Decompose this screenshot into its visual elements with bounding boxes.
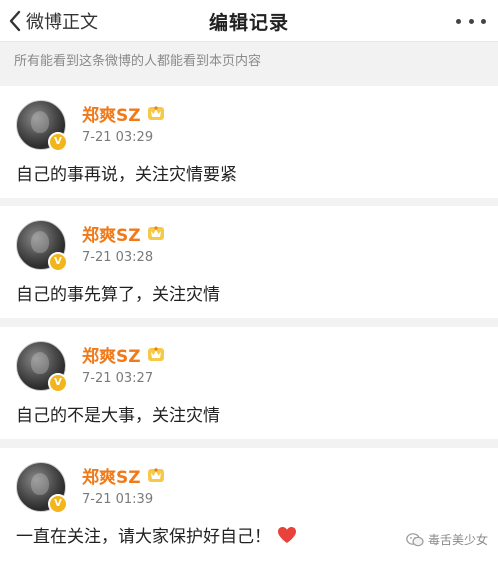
edit-record: V 郑爽SZ 7-21 03:28 自己的事先算了，关注灾情 bbox=[0, 206, 498, 318]
record-text: 自己的事先算了，关注灾情 bbox=[16, 285, 220, 305]
timestamp: 7-21 03:27 bbox=[82, 371, 154, 386]
member-crown-icon bbox=[147, 226, 164, 240]
username[interactable]: 郑爽SZ bbox=[82, 221, 141, 246]
member-crown-icon bbox=[147, 468, 164, 482]
member-crown-icon bbox=[147, 106, 164, 120]
avatar[interactable]: V bbox=[16, 100, 68, 152]
watermark: 毒舌美少女 bbox=[406, 531, 488, 548]
username[interactable]: 郑爽SZ bbox=[82, 342, 141, 367]
name-row: 郑爽SZ bbox=[82, 221, 165, 246]
back-button-label: 微博正文 bbox=[26, 12, 98, 33]
record-text: 自己的不是大事，关注灾情 bbox=[16, 406, 220, 426]
verified-v-icon: V bbox=[48, 494, 68, 514]
username[interactable]: 郑爽SZ bbox=[82, 101, 141, 126]
record-content: 自己的不是大事，关注灾情 bbox=[16, 401, 220, 426]
chevron-left-icon bbox=[9, 10, 21, 32]
more-options-button[interactable] bbox=[456, 12, 486, 30]
name-row: 郑爽SZ bbox=[82, 463, 165, 488]
avatar[interactable]: V bbox=[16, 462, 68, 514]
avatar[interactable]: V bbox=[16, 341, 68, 393]
top-nav-bar: 微博正文 编辑记录 bbox=[0, 0, 498, 42]
timestamp: 7-21 03:29 bbox=[82, 130, 154, 145]
record-text: 自己的事再说，关注灾情要紧 bbox=[16, 165, 237, 185]
watermark-text: 毒舌美少女 bbox=[427, 533, 488, 547]
record-content: 自己的事先算了，关注灾情 bbox=[16, 280, 220, 305]
more-dot-icon bbox=[456, 18, 461, 24]
avatar[interactable]: V bbox=[16, 220, 68, 272]
edit-record: V 郑爽SZ 7-21 03:27 自己的不是大事，关注灾情 bbox=[0, 327, 498, 439]
back-button[interactable]: 微博正文 bbox=[8, 6, 98, 36]
page: 微博正文 编辑记录 所有能看到这条微博的人都能看到本页内容 V 郑爽SZ 7-2… bbox=[0, 0, 498, 562]
record-text: 一直在关注，请大家保护好自己！ bbox=[16, 527, 271, 547]
verified-v-icon: V bbox=[48, 252, 68, 272]
edit-record: V 郑爽SZ 7-21 03:29 自己的事再说，关注灾情要紧 bbox=[0, 86, 498, 198]
more-dot-icon bbox=[468, 18, 474, 24]
timestamp: 7-21 01:39 bbox=[82, 492, 154, 507]
wechat-account-icon bbox=[406, 532, 424, 546]
verified-v-icon: V bbox=[48, 132, 68, 152]
name-row: 郑爽SZ bbox=[82, 342, 165, 367]
name-row: 郑爽SZ bbox=[82, 101, 165, 126]
more-dot-icon bbox=[481, 18, 486, 24]
username[interactable]: 郑爽SZ bbox=[82, 463, 141, 488]
record-content: 一直在关注，请大家保护好自己！ bbox=[16, 522, 297, 547]
record-content: 自己的事再说，关注灾情要紧 bbox=[16, 160, 237, 185]
verified-v-icon: V bbox=[48, 373, 68, 393]
visibility-notice: 所有能看到这条微博的人都能看到本页内容 bbox=[0, 42, 498, 82]
member-crown-icon bbox=[147, 347, 164, 361]
heart-icon bbox=[278, 527, 296, 543]
timestamp: 7-21 03:28 bbox=[82, 250, 154, 265]
